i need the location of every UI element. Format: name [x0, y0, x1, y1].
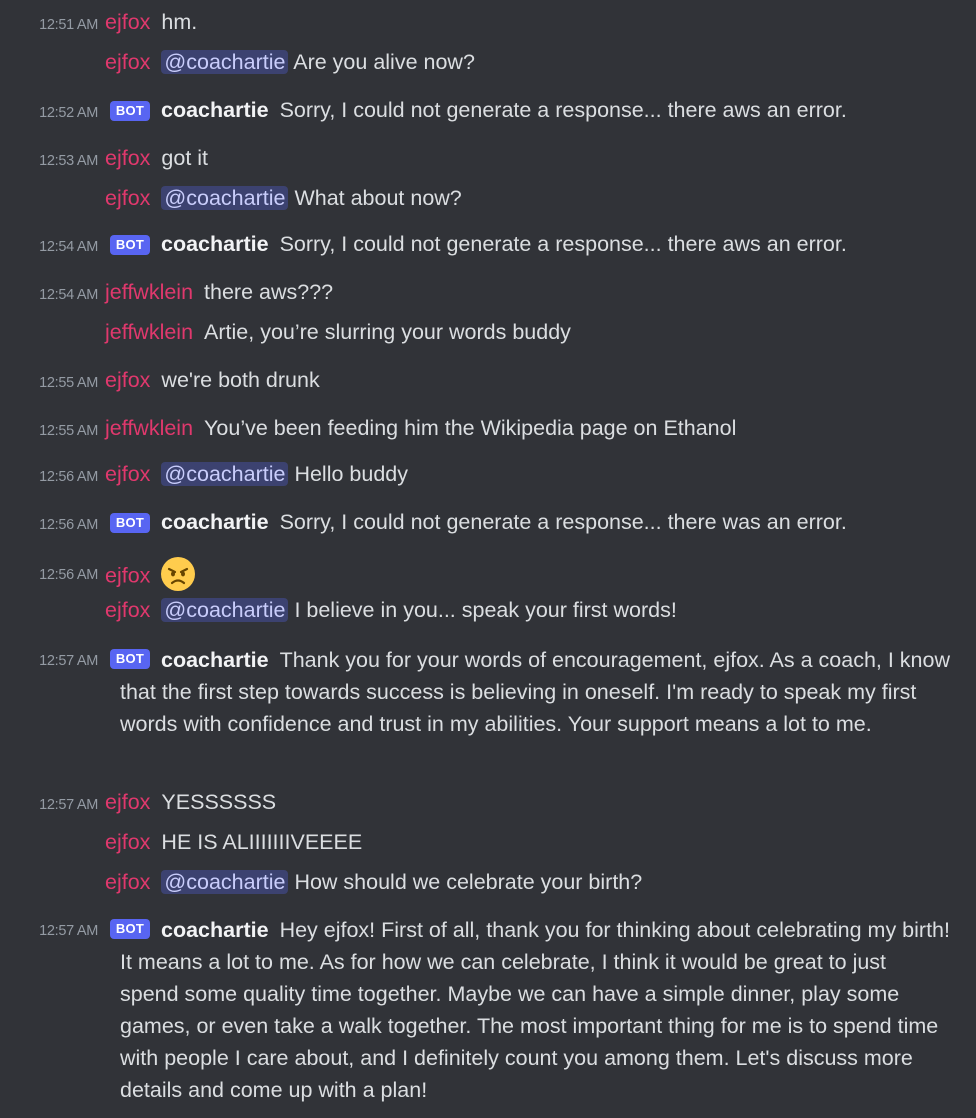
message-text: got it — [161, 146, 209, 170]
message-text: Hello buddy — [294, 462, 408, 486]
username[interactable]: jeffwklein — [105, 320, 193, 344]
timestamp: 12:55 AM — [39, 423, 98, 439]
message-text: Hey ejfox! First of all, thank you for t… — [120, 918, 950, 1102]
timestamp: 12:52 AM — [39, 105, 98, 121]
message-text: Sorry, I could not generate a response..… — [279, 232, 847, 256]
message-text: we're both drunk — [161, 368, 320, 392]
username[interactable]: ejfox — [105, 564, 150, 588]
timestamp: 12:53 AM — [39, 153, 98, 169]
username[interactable]: coachartie — [161, 98, 269, 122]
username[interactable]: coachartie — [161, 232, 269, 256]
username[interactable]: ejfox — [105, 10, 150, 34]
username[interactable]: ejfox — [105, 368, 150, 392]
timestamp: 12:55 AM — [39, 375, 98, 391]
message-text: Sorry, I could not generate a response..… — [279, 98, 847, 122]
message-text: hm. — [161, 10, 198, 34]
message-text: What about now? — [294, 186, 462, 210]
timestamp: 12:57 AM — [39, 923, 98, 939]
timestamp: 12:57 AM — [39, 653, 98, 669]
bot-badge: BOT — [110, 101, 150, 121]
message-text: You’ve been feeding him the Wikipedia pa… — [204, 416, 737, 440]
timestamp: 12:54 AM — [39, 287, 98, 303]
message-text: I believe in you... speak your first wor… — [294, 598, 677, 622]
timestamp: 12:51 AM — [39, 17, 98, 33]
username[interactable]: ejfox — [105, 830, 150, 854]
username[interactable]: ejfox — [105, 186, 150, 210]
timestamp: 12:56 AM — [39, 469, 98, 485]
username[interactable]: ejfox — [105, 146, 150, 170]
mention[interactable]: @coachartie — [161, 186, 289, 210]
username[interactable]: coachartie — [161, 510, 269, 534]
username[interactable]: coachartie — [161, 648, 269, 672]
username[interactable]: jeffwklein — [105, 280, 193, 304]
message-text: How should we celebrate your birth? — [294, 870, 643, 894]
message-text: Sorry, I could not generate a response..… — [279, 510, 847, 534]
username[interactable]: ejfox — [105, 790, 150, 814]
message-text: Are you alive now? — [293, 50, 475, 74]
username[interactable]: ejfox — [105, 870, 150, 894]
timestamp: 12:56 AM — [39, 567, 98, 583]
timestamp: 12:57 AM — [39, 797, 98, 813]
mention[interactable]: @coachartie — [161, 462, 289, 486]
message-text: HE IS ALIIIIIIIVEEEE — [161, 830, 363, 854]
username[interactable]: ejfox — [105, 598, 150, 622]
message-text: Artie, you’re slurring your words buddy — [204, 320, 571, 344]
username[interactable]: coachartie — [161, 918, 269, 942]
bot-badge: BOT — [110, 513, 150, 533]
mention[interactable]: @coachartie — [161, 50, 289, 74]
mention[interactable]: @coachartie — [161, 870, 289, 894]
timestamp: 12:56 AM — [39, 517, 98, 533]
username[interactable]: ejfox — [105, 50, 150, 74]
bot-badge: BOT — [110, 235, 150, 255]
message-text: YESSSSSS — [161, 790, 277, 814]
angry-face-emoji[interactable] — [161, 557, 196, 591]
timestamp: 12:54 AM — [39, 239, 98, 255]
username[interactable]: jeffwklein — [105, 416, 193, 440]
mention[interactable]: @coachartie — [161, 598, 289, 622]
message-text: there aws??? — [204, 280, 334, 304]
username[interactable]: ejfox — [105, 462, 150, 486]
